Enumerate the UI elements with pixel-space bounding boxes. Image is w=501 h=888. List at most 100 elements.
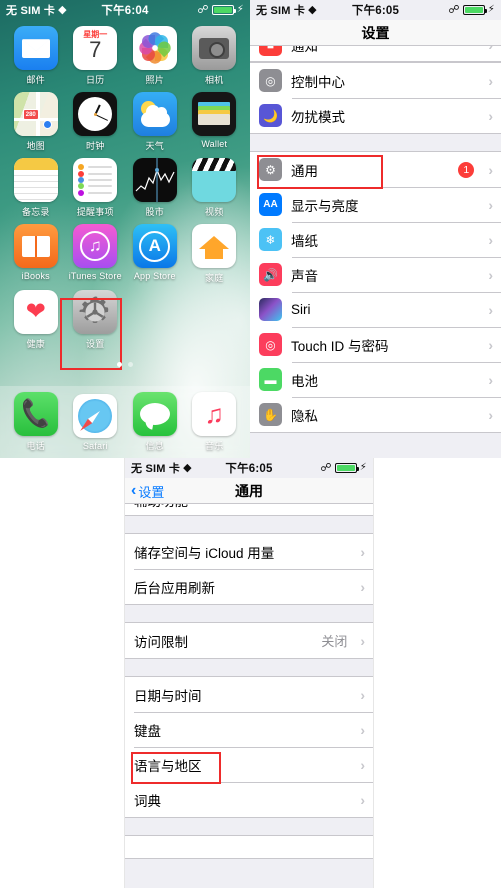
app-label: 电话 (26, 441, 45, 451)
row-label: 储存空间与 iCloud 用量 (134, 545, 275, 561)
dock-safari[interactable]: Safari (73, 393, 118, 451)
display-brightness-icon: AA (259, 193, 282, 216)
settings-row-general[interactable]: ⚙ 通用 1 › (250, 152, 501, 187)
general-settings-screen: 无 SIM 卡 ◆ 下午6:05 ☍ ⚡ ‹ 设置 通用 辅助功能 › (124, 458, 374, 888)
app-label: 提醒事项 (76, 207, 114, 217)
app-photos[interactable]: 照片 (125, 26, 185, 86)
app-stocks[interactable]: 股市 (125, 158, 185, 218)
control-center-icon: ◎ (259, 69, 282, 92)
charging-bolt-icon: ⚡ (359, 462, 367, 473)
app-label: 时钟 (86, 141, 105, 151)
app-label: 相机 (205, 75, 224, 85)
app-weather[interactable]: 天气 (125, 92, 185, 152)
row-label: 通知 (291, 46, 318, 54)
app-clock[interactable]: 时钟 (66, 92, 126, 152)
general-row-dictionary[interactable]: 词典 › (125, 782, 373, 817)
app-settings[interactable]: 设置 (66, 290, 126, 350)
health-icon: ❤ (13, 290, 58, 334)
general-nav-bar: ‹ 设置 通用 (125, 478, 373, 504)
settings-row-privacy[interactable]: ✋ 隐私 › (250, 397, 501, 432)
settings-row-display-brightness[interactable]: AA 显示与亮度 › (250, 187, 501, 222)
dock-music[interactable]: ♫ 音乐 (192, 392, 237, 452)
general-row-keyboard[interactable]: 键盘 › (125, 712, 373, 747)
settings-gear-icon (73, 290, 118, 334)
privacy-hand-icon: ✋ (259, 403, 282, 426)
chevron-right-icon: › (360, 504, 365, 507)
row-label: 访问限制 (134, 634, 188, 650)
chevron-right-icon: › (488, 161, 493, 178)
app-health[interactable]: ❤ 健康 (6, 290, 66, 350)
iphone-home-screen: 无 SIM 卡 ◆ 下午6:04 ☍ ⚡ 邮件 星期一 7 日历 照片 相机 2… (0, 0, 250, 458)
settings-row-control-center[interactable]: ◎ 控制中心 › (250, 63, 501, 98)
carrier-label: 无 SIM 卡 (6, 5, 56, 17)
dock-phone[interactable]: 📞 电话 (13, 392, 58, 452)
general-gap-1 (125, 516, 373, 533)
weather-icon (132, 92, 177, 136)
general-group-2: 访问限制 关闭 › (125, 622, 373, 659)
settings-row-battery[interactable]: ▬ 电池 › (250, 362, 501, 397)
row-label: 辅助功能 (134, 504, 351, 510)
dock-messages[interactable]: 信息 (132, 392, 177, 452)
bluetooth-icon: ☍ (320, 461, 332, 474)
settings-row-siri[interactable]: Siri › (250, 292, 501, 327)
app-calendar[interactable]: 星期一 7 日历 (66, 26, 126, 86)
chevron-right-icon: › (360, 721, 365, 738)
app-label: 天气 (145, 141, 164, 151)
back-button[interactable]: ‹ 设置 (131, 482, 164, 501)
chevron-right-icon: › (488, 196, 493, 213)
chevron-right-icon: › (488, 231, 493, 248)
touch-id-icon: ◎ (259, 333, 282, 356)
settings-nav-bar: 设置 (250, 20, 501, 46)
screenshot-root: 无 SIM 卡 ◆ 下午6:04 ☍ ⚡ 邮件 星期一 7 日历 照片 相机 2… (0, 0, 501, 888)
app-label: App Store (133, 271, 176, 281)
app-label: 邮件 (26, 75, 45, 85)
settings-list[interactable]: ■ 通知 › ◎ 控制中心 › 🌙 勿扰模式 › (250, 46, 501, 450)
settings-group-2: ⚙ 通用 1 › AA 显示与亮度 › ❄ 墙纸 › 🔊 声音 › Siri ›… (250, 151, 501, 433)
general-status-bar: 无 SIM 卡 ◆ 下午6:05 ☍ ⚡ (125, 458, 373, 478)
app-home[interactable]: 家庭 (185, 224, 245, 284)
app-itunes-store[interactable]: ♫ iTunes Store (66, 224, 126, 284)
home-app-icon (192, 224, 237, 268)
app-maps[interactable]: 280 地图 (6, 92, 66, 152)
app-reminders[interactable]: 提醒事项 (66, 158, 126, 218)
app-mail[interactable]: 邮件 (6, 26, 66, 86)
chevron-right-icon: › (488, 46, 493, 52)
app-notes[interactable]: 备忘录 (6, 158, 66, 218)
chevron-right-icon: › (360, 578, 365, 595)
settings-row-do-not-disturb[interactable]: 🌙 勿扰模式 › (250, 98, 501, 133)
chevron-right-icon: › (360, 632, 365, 649)
app-camera[interactable]: 相机 (185, 26, 245, 86)
general-row-restrictions[interactable]: 访问限制 关闭 › (125, 623, 373, 658)
page-indicator-dots (0, 362, 250, 367)
chevron-right-icon: › (360, 686, 365, 703)
battery-icon (462, 5, 487, 15)
app-ibooks[interactable]: iBooks (6, 224, 66, 284)
phone-icon: 📞 (13, 392, 58, 436)
bluetooth-icon: ☍ (448, 3, 460, 16)
settings-status-bar: 无 SIM 卡 ◆ 下午6:05 ☍ ⚡ (250, 0, 501, 20)
app-label: 股市 (145, 207, 164, 217)
settings-row-wallpaper[interactable]: ❄ 墙纸 › (250, 222, 501, 257)
general-list[interactable]: 辅助功能 › 储存空间与 iCloud 用量 › 后台应用刷新 › 访问限制 (125, 504, 373, 859)
general-group-1: 储存空间与 iCloud 用量 › 后台应用刷新 › (125, 533, 373, 605)
general-row-date-time[interactable]: 日期与时间 › (125, 677, 373, 712)
app-videos[interactable]: 视频 (185, 158, 245, 218)
app-app-store[interactable]: A App Store (125, 224, 185, 284)
wifi-icon: ◆ (308, 3, 317, 16)
general-group-clipped: 辅助功能 › (125, 504, 373, 516)
chevron-right-icon: › (360, 791, 365, 808)
settings-row-touch-id[interactable]: ◎ Touch ID 与密码 › (250, 327, 501, 362)
general-row-storage-icloud[interactable]: 储存空间与 iCloud 用量 › (125, 534, 373, 569)
wallpaper-icon: ❄ (259, 228, 282, 251)
page-title: 通用 (235, 483, 263, 499)
status-right-group: ☍ ⚡ (320, 461, 367, 474)
general-row-language-region[interactable]: 语言与地区 › (125, 747, 373, 782)
settings-row-notifications[interactable]: ■ 通知 › (250, 46, 501, 61)
settings-row-sound[interactable]: 🔊 声音 › (250, 257, 501, 292)
general-row-background-refresh[interactable]: 后台应用刷新 › (125, 569, 373, 604)
app-label: Safari (82, 440, 108, 451)
charging-bolt-icon: ⚡ (236, 4, 244, 15)
general-gap-4 (125, 818, 373, 835)
app-wallet[interactable]: Wallet (185, 92, 245, 152)
general-row-accessibility[interactable]: 辅助功能 › (125, 504, 373, 515)
